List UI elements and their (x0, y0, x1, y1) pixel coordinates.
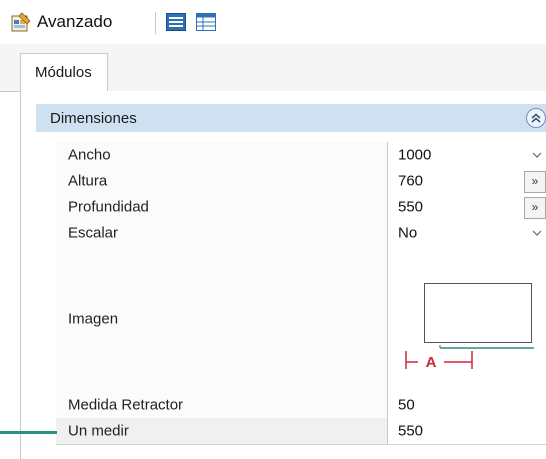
chevron-down-icon[interactable] (532, 228, 542, 238)
property-value-field[interactable]: 50 (388, 392, 546, 418)
ellipsis-button[interactable]: » (524, 197, 546, 219)
property-name: Altura (68, 172, 108, 190)
collapse-group-button[interactable] (526, 108, 546, 128)
property-value-dropdown[interactable]: No (388, 220, 546, 246)
measure-diagram: A (405, 345, 534, 371)
property-name: Medida Retractor (68, 396, 184, 414)
property-value: No (398, 224, 418, 242)
property-row-profundidad: Profundidad 550 » (56, 194, 546, 221)
property-value-field[interactable]: 550 » (388, 194, 546, 220)
property-row-un-medir: Un medir 550 (56, 418, 546, 445)
property-value: 50 (398, 396, 415, 414)
measure-label: A (426, 354, 437, 371)
toolbar-label[interactable]: Avanzado (37, 12, 112, 32)
property-value-field[interactable]: 760 » (388, 168, 546, 194)
list-view-icon[interactable] (166, 13, 186, 31)
ellipsis-button[interactable]: » (524, 171, 546, 193)
advanced-edit-icon[interactable] (10, 11, 32, 33)
tab-modulos[interactable]: Módulos (20, 53, 108, 92)
property-value: 1000 (398, 146, 432, 164)
group-label: Dimensiones (50, 110, 137, 127)
property-name: Escalar (68, 224, 119, 242)
property-row-altura: Altura 760 » (56, 168, 546, 195)
property-name: Un medir (68, 422, 129, 440)
image-preview-box (424, 283, 532, 343)
chevron-down-icon[interactable] (532, 150, 542, 160)
property-name-cell: Imagen (56, 246, 388, 392)
property-row-escalar: Escalar No (56, 220, 546, 247)
property-value: 760 (398, 172, 424, 190)
table-view-icon[interactable] (196, 13, 216, 31)
property-name: Profundidad (68, 198, 149, 216)
property-value-dropdown[interactable]: 1000 (388, 142, 546, 168)
property-value: 550 (398, 422, 424, 440)
callout-leader-line (0, 431, 57, 434)
property-name-cell: Profundidad (56, 194, 388, 220)
property-name-cell: Altura (56, 168, 388, 194)
property-row-medida-retractor: Medida Retractor 50 (56, 392, 546, 419)
property-name-cell: Ancho (56, 142, 388, 168)
property-name: Imagen (68, 310, 119, 328)
property-row-ancho: Ancho 1000 (56, 142, 546, 169)
property-value: 550 (398, 198, 424, 216)
property-name-cell: Medida Retractor (56, 392, 388, 418)
property-name-cell: Un medir (56, 418, 388, 444)
property-name: Ancho (68, 146, 111, 164)
double-chevron-up-icon (531, 113, 541, 123)
property-value-field[interactable]: 550 (388, 418, 546, 444)
toolbar-separator (155, 12, 156, 34)
property-name-cell: Escalar (56, 220, 388, 246)
